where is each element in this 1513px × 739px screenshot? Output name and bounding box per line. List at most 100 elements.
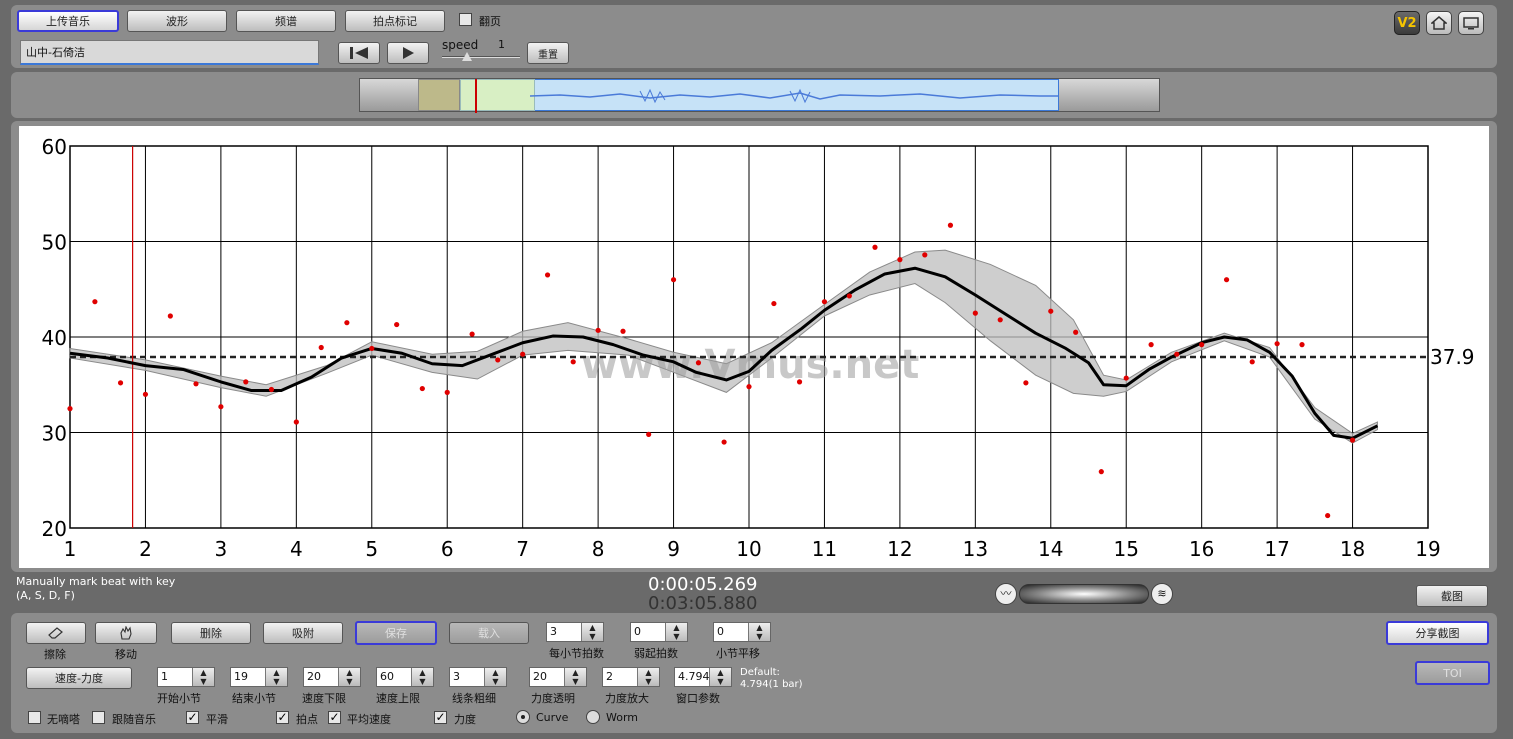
curve-radio[interactable]	[516, 710, 530, 724]
end-bar-stepper[interactable]: 19 ▲ ▼	[230, 667, 288, 687]
bar-shift-value[interactable]: 0	[714, 623, 748, 641]
line-width-arrows[interactable]: ▲ ▼	[484, 668, 506, 686]
beat-point	[1325, 512, 1331, 519]
snap-button[interactable]: 吸附	[263, 622, 343, 644]
bar-shift-arrows[interactable]: ▲ ▼	[748, 623, 770, 641]
worm-radio[interactable]	[586, 710, 600, 724]
reset-button[interactable]: 重置	[527, 42, 569, 64]
x-tick-label: 2	[139, 537, 152, 561]
speed-min-label: 速度下限	[302, 692, 346, 705]
speed-min-arrows[interactable]: ▲ ▼	[338, 668, 360, 686]
load-button[interactable]: 载入	[449, 622, 529, 644]
tempo-chart-area[interactable]: 1 2 3 4 5 6 7 8 9 10 11 12 13 14 15 16 17 18 19 20 30 40 50 60 w…	[19, 126, 1489, 568]
beat-mark-button[interactable]: 拍点标记	[345, 10, 445, 32]
speed-min-stepper[interactable]: 20 ▲ ▼	[303, 667, 361, 687]
play-button[interactable]	[387, 42, 429, 64]
track-name-field[interactable]: 山中-石倚洁	[20, 40, 319, 65]
x-tick-label: 9	[667, 537, 680, 561]
waveform-button[interactable]: 波形	[127, 10, 227, 32]
spectrum-button[interactable]: 频谱	[236, 10, 336, 32]
hint-line-1: Manually mark beat with key	[16, 575, 176, 588]
start-bar-arrows[interactable]: ▲ ▼	[192, 668, 214, 686]
beats-per-bar-arrows[interactable]: ▲ ▼	[581, 623, 603, 641]
waveform-zoom-track[interactable]	[1019, 584, 1149, 604]
beat-points-checkbox[interactable]: ✓	[276, 711, 289, 724]
overview-playhead[interactable]	[475, 79, 477, 113]
beat-point	[167, 313, 173, 319]
overview-strip[interactable]	[359, 78, 1160, 113]
default-window-label: Default:	[740, 667, 780, 678]
beats-per-bar-stepper[interactable]: 3 ▲ ▼	[546, 622, 604, 642]
end-bar-arrows[interactable]: ▲ ▼	[265, 668, 287, 686]
follow-music-checkbox[interactable]	[92, 711, 105, 724]
dynamics-alpha-arrows[interactable]: ▲ ▼	[564, 668, 586, 686]
toi-button[interactable]: TOI	[1415, 661, 1490, 685]
dynamics-alpha-stepper[interactable]: 20 ▲ ▼	[529, 667, 587, 687]
window-param-value[interactable]: 4.794	[675, 668, 710, 686]
y-tick-label: 50	[42, 231, 67, 255]
upload-music-button[interactable]: 上传音乐	[17, 10, 119, 32]
beat-point	[495, 357, 501, 363]
dynamics-alpha-value[interactable]: 20	[530, 668, 564, 686]
speed-slider-handle[interactable]	[462, 52, 472, 61]
waveform-zoom-right-icon[interactable]: ≋	[1151, 583, 1173, 605]
dynamics-scale-stepper[interactable]: 2 ▲ ▼	[602, 667, 660, 687]
speed-max-arrows[interactable]: ▲ ▼	[411, 668, 433, 686]
bar-shift-stepper[interactable]: 0 ▲ ▼	[713, 622, 771, 642]
save-button[interactable]: 保存	[355, 621, 437, 645]
speed-label: speed	[442, 38, 479, 52]
waveform-zoom-control[interactable]: 〰 ≋	[995, 582, 1173, 606]
fullscreen-button[interactable]	[1458, 11, 1484, 35]
silent-label: 无嘀嗒	[47, 713, 80, 726]
beat-point	[520, 351, 526, 357]
beat-point	[897, 257, 903, 263]
average-speed-checkbox[interactable]: ✓	[328, 711, 341, 724]
move-button[interactable]	[95, 622, 157, 644]
weak-beats-stepper[interactable]: 0 ▲ ▼	[630, 622, 688, 642]
overview-waveform	[529, 88, 1058, 104]
screenshot-button[interactable]: 截图	[1416, 585, 1488, 607]
weak-beats-arrows[interactable]: ▲ ▼	[665, 623, 687, 641]
flip-page-checkbox[interactable]	[459, 13, 472, 26]
window-param-stepper[interactable]: 4.794 ▲ ▼	[674, 667, 732, 687]
line-width-stepper[interactable]: 3 ▲ ▼	[449, 667, 507, 687]
weak-beats-value[interactable]: 0	[631, 623, 665, 641]
delete-button[interactable]: 删除	[171, 622, 251, 644]
current-time: 0:00:05.269	[648, 574, 758, 595]
speed-slider[interactable]	[442, 52, 520, 62]
speed-slider-track	[442, 56, 520, 58]
beat-point	[369, 345, 375, 352]
x-tick-label: 17	[1264, 537, 1289, 561]
speed-max-value[interactable]: 60	[377, 668, 411, 686]
beats-per-bar-value[interactable]: 3	[547, 623, 581, 641]
curve-label: Curve	[536, 711, 569, 724]
silent-checkbox[interactable]	[28, 711, 41, 724]
eraser-icon	[48, 627, 63, 639]
home-button[interactable]	[1426, 11, 1452, 35]
worm-label: Worm	[606, 711, 639, 724]
start-bar-stepper[interactable]: 1 ▲ ▼	[157, 667, 215, 687]
dynamics-scale-arrows[interactable]: ▲ ▼	[637, 668, 659, 686]
dynamics-checkbox[interactable]: ✓	[434, 711, 447, 724]
x-tick-label: 6	[441, 537, 454, 561]
speed-min-value[interactable]: 20	[304, 668, 338, 686]
erase-button[interactable]	[26, 622, 86, 644]
smooth-checkbox[interactable]: ✓	[186, 711, 199, 724]
window-param-arrows[interactable]: ▲ ▼	[709, 668, 731, 686]
line-width-value[interactable]: 3	[450, 668, 484, 686]
start-bar-value[interactable]: 1	[158, 668, 192, 686]
beat-point	[142, 391, 149, 397]
beat-point	[595, 327, 601, 333]
share-screenshot-button[interactable]: 分享截图	[1386, 621, 1489, 645]
dynamics-scale-value[interactable]: 2	[603, 668, 637, 686]
speed-max-stepper[interactable]: 60 ▲ ▼	[376, 667, 434, 687]
default-window-value: 4.794(1 bar)	[740, 679, 803, 690]
end-bar-value[interactable]: 19	[231, 668, 265, 686]
y-tick-label: 30	[42, 422, 67, 446]
speed-value: 1	[498, 38, 505, 51]
v2-logo[interactable]: V2	[1394, 11, 1420, 35]
waveform-zoom-left-icon[interactable]: 〰	[995, 583, 1017, 605]
speed-dynamics-mode-button[interactable]: 速度-力度	[26, 667, 132, 689]
rewind-button[interactable]	[338, 42, 380, 64]
home-icon	[1431, 16, 1447, 30]
